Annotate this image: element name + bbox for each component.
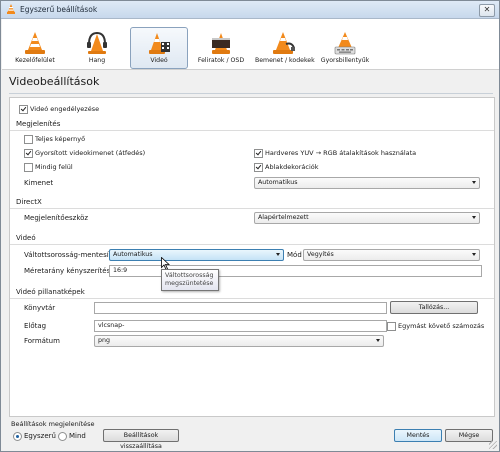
snapshot-format-label: Formátum xyxy=(24,337,60,345)
category-toolbar: Kezelőfelület Hang Videó Feliratok / OSD… xyxy=(2,19,499,70)
chevron-down-icon xyxy=(472,216,476,219)
cable-cone-icon xyxy=(273,32,295,54)
tooltip-line-2: megszüntetése xyxy=(165,280,214,287)
close-button[interactable]: ✕ xyxy=(479,4,495,17)
video-enable-label: Videó engedélyezése xyxy=(30,105,100,113)
sequential-numbering-label: Egymást követő számozás xyxy=(398,322,485,330)
tab-hotkeys[interactable]: Gyorsbillentyűk xyxy=(316,27,374,69)
video-section-divider xyxy=(10,244,494,245)
aspect-ratio-label: Méretarány kényszerítése xyxy=(24,267,115,275)
chevron-down-icon xyxy=(472,253,476,256)
tab-input-codecs[interactable]: Bemenet / kodekek xyxy=(254,27,315,69)
window-title: Egyszerű beállítások xyxy=(20,5,98,14)
simple-radio-label: Egyszerű xyxy=(24,432,56,440)
page-title: Videobeállítások xyxy=(9,75,100,88)
keyboard-cone-icon xyxy=(334,32,356,55)
deinterlace-value: Automatikus xyxy=(113,251,153,258)
simple-radio[interactable] xyxy=(13,432,22,441)
tooltip-line-1: Váltottsorosság xyxy=(165,272,214,279)
output-select-value: Automatikus xyxy=(258,179,298,186)
preferences-window: Egyszerű beállítások ✕ Kezelőfelület Han… xyxy=(0,0,500,452)
deinterlace-select[interactable]: Automatikus xyxy=(109,249,284,261)
always-on-top-checkbox[interactable] xyxy=(24,163,33,172)
snapshots-section-header: Videó pillanatképek xyxy=(16,288,85,296)
mode-select[interactable]: Vegyítés xyxy=(303,249,480,261)
all-radio-label: Mind xyxy=(69,432,86,440)
headphones-cone-icon xyxy=(87,31,107,54)
decorations-checkbox[interactable] xyxy=(254,163,263,172)
cone-icon xyxy=(25,32,45,54)
always-on-top-label: Mindig felül xyxy=(35,163,73,171)
mode-value: Vegyítés xyxy=(307,251,334,258)
tab-video[interactable]: Videó xyxy=(130,27,188,69)
show-settings-label: Beállítások megjelenítése xyxy=(11,420,95,428)
tab-interface[interactable]: Kezelőfelület xyxy=(6,27,64,69)
snapshot-format-select[interactable]: png xyxy=(94,335,384,347)
display-section-header: Megjelenítés xyxy=(16,120,61,128)
hw-yuv-label: Hardveres YUV → RGB átalakítások használ… xyxy=(265,149,417,157)
all-radio[interactable] xyxy=(58,432,67,441)
tab-input-codecs-label: Bemenet / kodekek xyxy=(255,57,315,64)
resize-grip[interactable] xyxy=(489,441,497,449)
tab-hotkeys-label: Gyorsbillentyűk xyxy=(320,57,370,64)
tab-subtitles-osd[interactable]: Feliratok / OSD xyxy=(192,27,250,69)
hw-yuv-checkbox[interactable] xyxy=(254,149,263,158)
display-device-label: Megjelenítőeszköz xyxy=(24,214,89,222)
deinterlace-label: Váltottsorosság-mentesítés xyxy=(24,251,120,259)
output-select[interactable]: Automatikus xyxy=(254,177,480,189)
display-device-value: Alapértelmezett xyxy=(258,214,309,221)
mode-label: Mód xyxy=(287,251,302,259)
tab-interface-label: Kezelőfelület xyxy=(15,57,55,64)
tab-audio[interactable]: Hang xyxy=(68,27,126,69)
directx-section-header: DirectX xyxy=(16,198,42,206)
title-divider xyxy=(9,93,493,94)
title-bar[interactable]: Egyszerű beállítások ✕ xyxy=(1,1,499,19)
overlay-checkbox[interactable] xyxy=(24,149,33,158)
snapshot-dir-input[interactable] xyxy=(94,302,387,314)
film-cone-icon xyxy=(149,33,170,54)
decorations-label: Ablakdekorációk xyxy=(265,163,319,171)
browse-button[interactable]: Tallózás... xyxy=(390,301,478,314)
settings-panel: Videó engedélyezése Megjelenítés Teljes … xyxy=(9,97,495,417)
chevron-down-icon xyxy=(276,253,280,256)
snapshot-format-value: png xyxy=(98,337,110,344)
video-section-header: Videó xyxy=(16,234,36,242)
video-enable-checkbox[interactable] xyxy=(19,105,28,114)
snapshots-section-divider xyxy=(10,298,494,299)
overlay-label: Gyorsított videokimenet (átfedés) xyxy=(35,149,146,157)
display-section-divider xyxy=(10,130,494,131)
sequential-numbering-checkbox[interactable] xyxy=(387,322,396,331)
snapshot-prefix-label: Előtag xyxy=(24,322,47,330)
display-device-select[interactable]: Alapértelmezett xyxy=(254,212,480,224)
tab-audio-label: Hang xyxy=(88,57,106,64)
output-label: Kimenet xyxy=(24,179,54,187)
reset-settings-button[interactable]: Beállítások visszaállítása xyxy=(103,429,179,450)
save-button[interactable]: Mentés xyxy=(394,429,442,442)
fullscreen-checkbox[interactable] xyxy=(24,135,33,144)
snapshot-dir-label: Könyvtár xyxy=(24,304,56,312)
vlc-cone-icon xyxy=(7,4,15,14)
chevron-down-icon xyxy=(376,339,380,342)
deinterlace-tooltip: Váltottsorosság megszüntetése xyxy=(161,269,219,291)
clapper-cone-icon xyxy=(212,33,230,54)
snapshot-prefix-input[interactable]: vlcsnap- xyxy=(94,320,387,332)
chevron-down-icon xyxy=(472,181,476,184)
cancel-button[interactable]: Mégse xyxy=(445,429,493,442)
tab-subtitles-osd-label: Feliratok / OSD xyxy=(197,57,245,64)
tab-video-label: Videó xyxy=(150,57,168,64)
directx-section-divider xyxy=(10,208,494,209)
fullscreen-label: Teljes képernyő xyxy=(35,135,86,143)
